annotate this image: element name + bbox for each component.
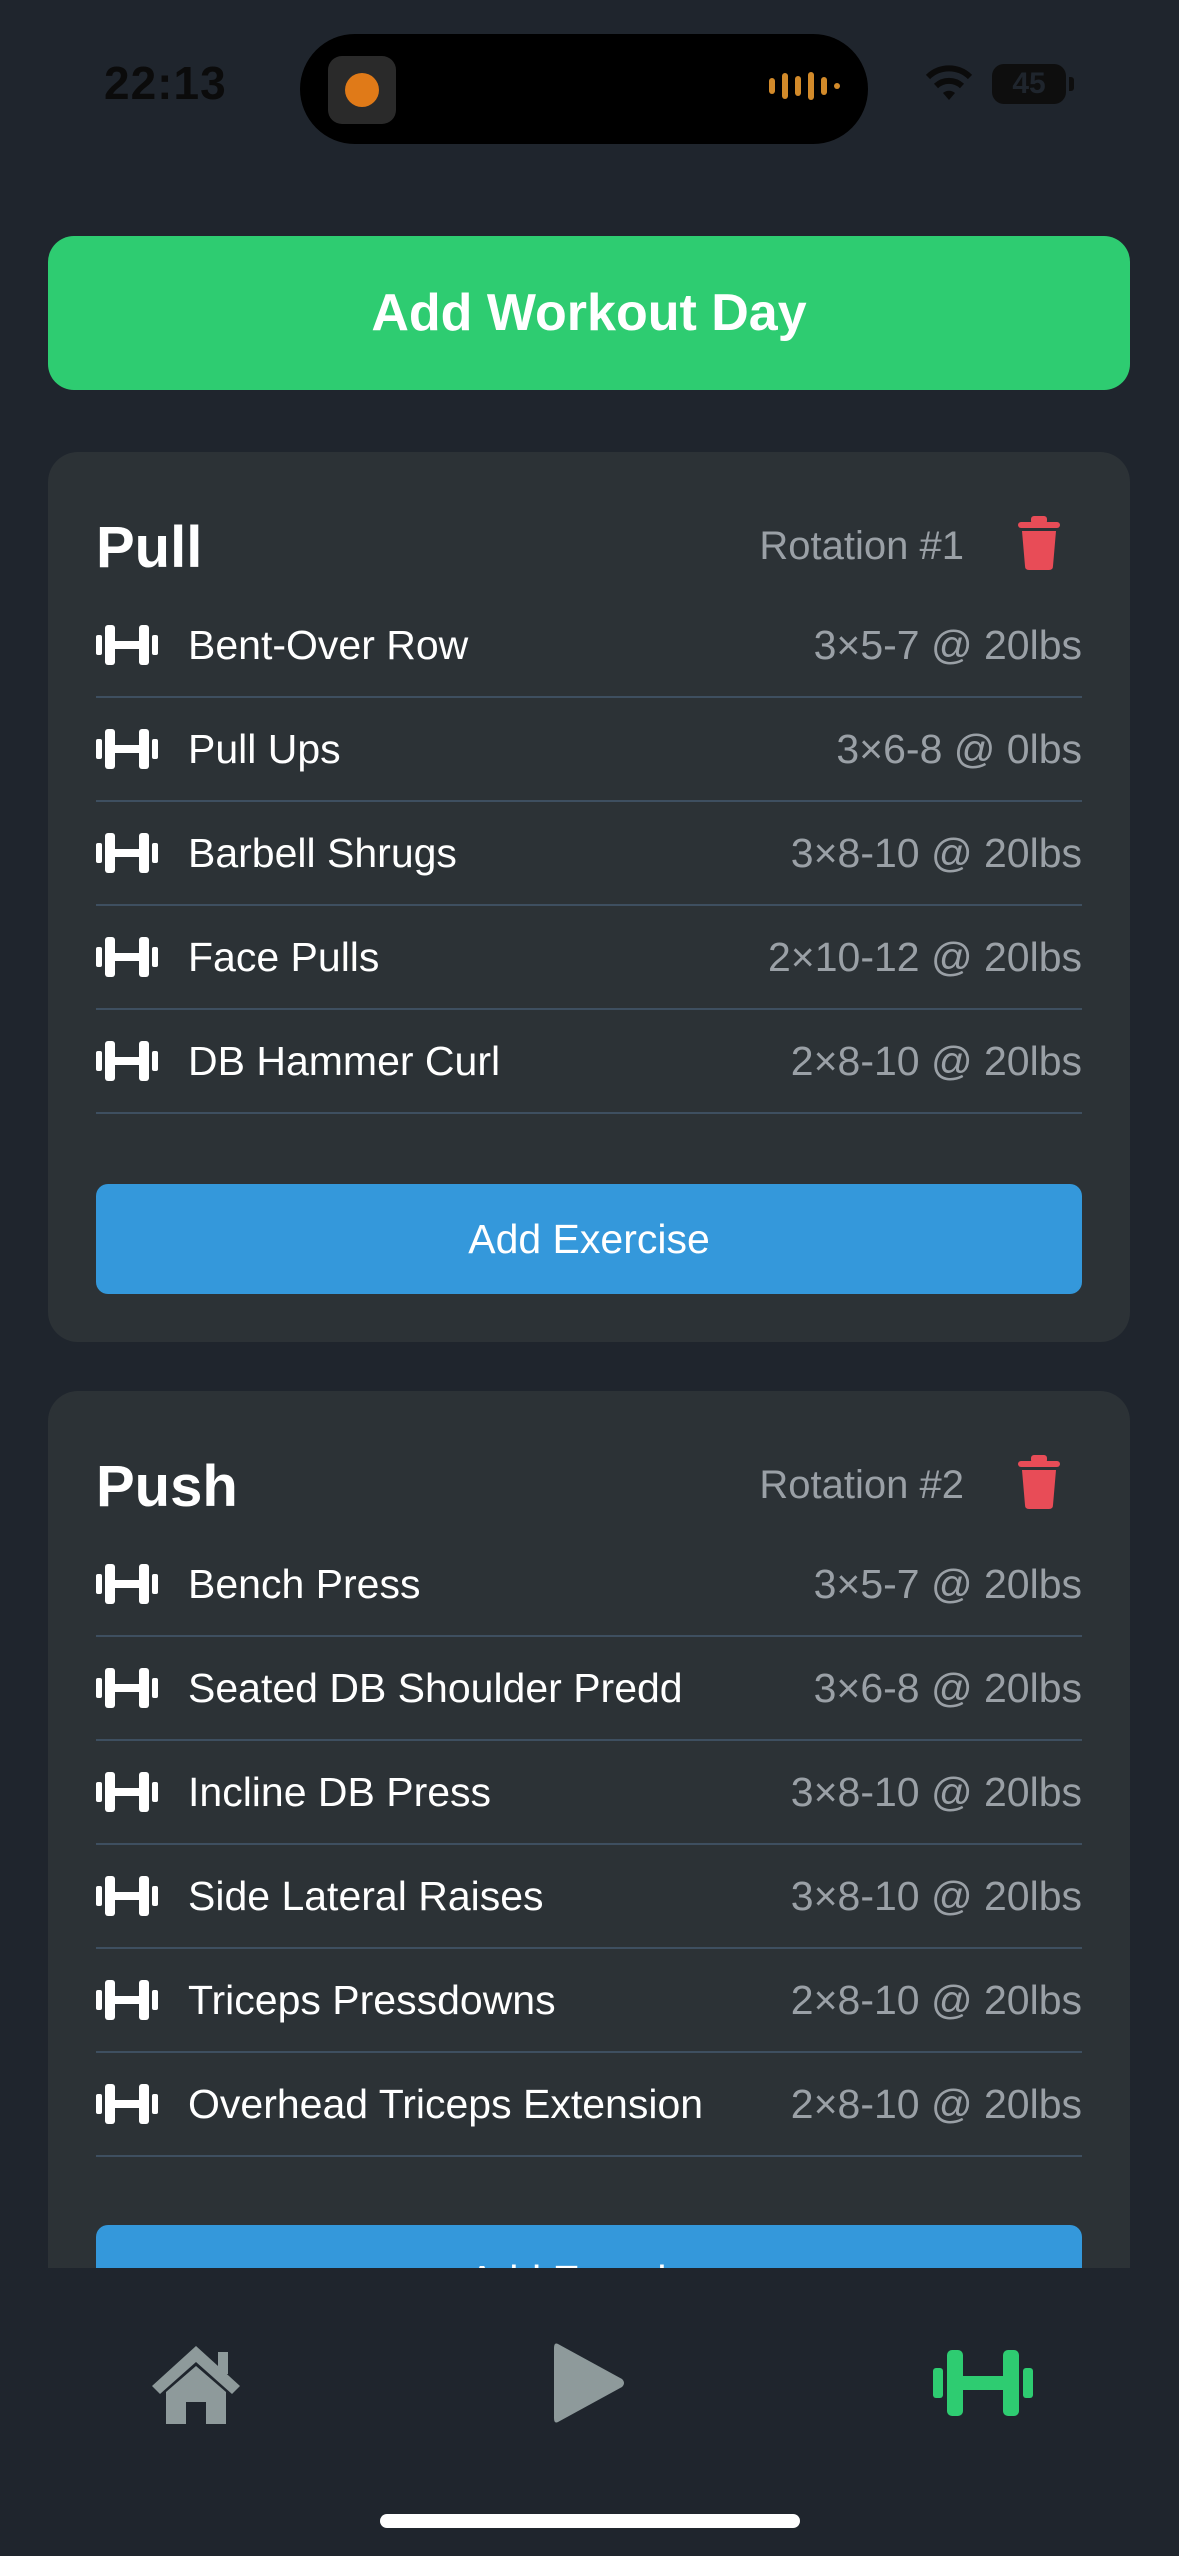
dumbbell-icon (96, 625, 158, 665)
exercise-sets: 3×8-10 @ 20lbs (790, 1872, 1082, 1919)
exercise-row[interactable]: Bench Press 3×5-7 @ 20lbs (96, 1533, 1082, 1637)
dumbbell-icon (96, 937, 158, 977)
workout-day-card: Push Rotation #2 Bench Press 3×5-7 @ 20l… (48, 1391, 1130, 2268)
exercise-row[interactable]: Pull Ups 3×6-8 @ 0lbs (96, 698, 1082, 802)
exercise-name: Incline DB Press (188, 1768, 492, 1815)
home-icon[interactable] (146, 2338, 246, 2428)
exercise-sets: 3×8-10 @ 20lbs (790, 1768, 1082, 1815)
exercise-sets: 3×5-7 @ 20lbs (813, 621, 1082, 668)
tab-bar (0, 2268, 1179, 2556)
dumbbell-icon (96, 1668, 158, 1708)
exercise-name: Face Pulls (188, 933, 380, 980)
home-indicator[interactable] (380, 2514, 800, 2528)
exercise-sets: 2×8-10 @ 20lbs (790, 2080, 1082, 2127)
dumbbell-icon (96, 1564, 158, 1604)
dumbbell-icon[interactable] (933, 2338, 1033, 2428)
exercise-name: Pull Ups (188, 725, 341, 772)
exercise-name: DB Hammer Curl (188, 1037, 501, 1084)
exercise-name: Side Lateral Raises (188, 1872, 544, 1919)
dumbbell-icon (96, 2084, 158, 2124)
exercise-name: Bench Press (188, 1560, 421, 1607)
dumbbell-icon (96, 833, 158, 873)
dumbbell-icon (96, 729, 158, 769)
exercise-row[interactable]: Triceps Pressdowns 2×8-10 @ 20lbs (96, 1949, 1082, 2053)
rotation-label: Rotation #2 (759, 1463, 964, 1507)
exercise-name: Bent-Over Row (188, 621, 469, 668)
exercise-name: Barbell Shrugs (188, 829, 457, 876)
add-workout-day-button[interactable]: Add Workout Day (48, 236, 1130, 390)
trash-icon[interactable] (1018, 1455, 1060, 1509)
exercise-sets: 3×5-7 @ 20lbs (813, 1560, 1082, 1607)
exercise-row[interactable]: DB Hammer Curl 2×8-10 @ 20lbs (96, 1010, 1082, 1114)
exercise-sets: 2×10-12 @ 20lbs (767, 933, 1082, 980)
exercise-row[interactable]: Bent-Over Row 3×5-7 @ 20lbs (96, 594, 1082, 698)
scroll-content[interactable]: Add Workout Day Pull Rotation #1 Bent-Ov… (0, 0, 1179, 2268)
exercise-sets: 3×6-8 @ 0lbs (836, 725, 1082, 772)
dumbbell-icon (96, 1772, 158, 1812)
exercise-sets: 3×6-8 @ 20lbs (813, 1664, 1082, 1711)
workout-day-card: Pull Rotation #1 Bent-Over Row 3×5-7 @ 2… (48, 452, 1130, 1342)
dumbbell-icon (96, 1980, 158, 2020)
exercise-row[interactable]: Seated DB Shoulder Predd 3×6-8 @ 20lbs (96, 1637, 1082, 1741)
exercise-sets: 3×8-10 @ 20lbs (790, 829, 1082, 876)
exercise-sets: 2×8-10 @ 20lbs (790, 1976, 1082, 2023)
trash-icon[interactable] (1018, 516, 1060, 570)
exercise-name: Seated DB Shoulder Predd (188, 1664, 683, 1711)
play-icon[interactable] (540, 2338, 640, 2428)
exercise-row[interactable]: Face Pulls 2×10-12 @ 20lbs (96, 906, 1082, 1010)
exercise-row[interactable]: Overhead Triceps Extension 2×8-10 @ 20lb… (96, 2053, 1082, 2157)
dumbbell-icon (96, 1876, 158, 1916)
add-exercise-button[interactable]: Add Exercise (96, 2225, 1082, 2268)
exercise-name: Triceps Pressdowns (188, 1976, 556, 2023)
dumbbell-icon (96, 1041, 158, 1081)
exercise-row[interactable]: Incline DB Press 3×8-10 @ 20lbs (96, 1741, 1082, 1845)
workout-day-title: Push (96, 1454, 238, 1519)
exercise-name: Overhead Triceps Extension (188, 2080, 704, 2127)
rotation-label: Rotation #1 (759, 524, 964, 568)
exercise-row[interactable]: Barbell Shrugs 3×8-10 @ 20lbs (96, 802, 1082, 906)
add-exercise-button[interactable]: Add Exercise (96, 1184, 1082, 1294)
exercise-sets: 2×8-10 @ 20lbs (790, 1037, 1082, 1084)
workout-day-title: Pull (96, 515, 203, 580)
exercise-row[interactable]: Side Lateral Raises 3×8-10 @ 20lbs (96, 1845, 1082, 1949)
